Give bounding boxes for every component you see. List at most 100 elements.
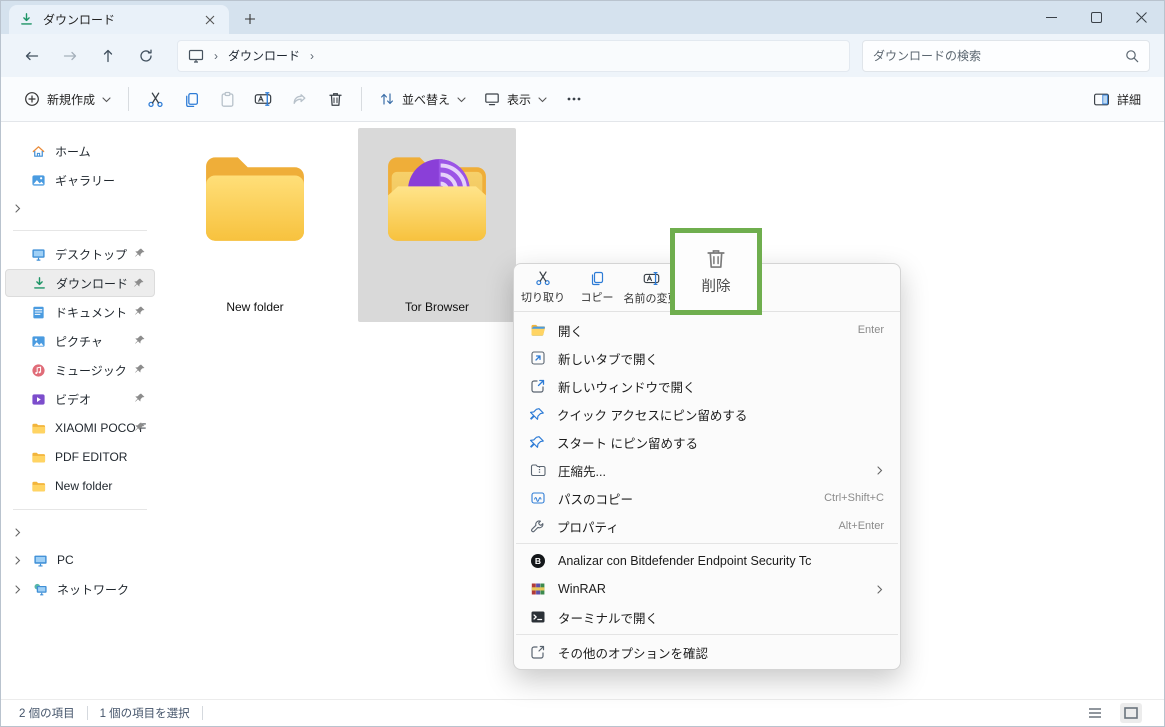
new-tab-button[interactable] — [235, 6, 265, 32]
document-icon — [31, 305, 46, 320]
navigation-bar: › ダウンロード › — [1, 34, 1164, 77]
ctx-copy-label: コピー — [581, 289, 614, 305]
list-view-icon[interactable] — [1084, 703, 1106, 723]
ctx-delete-button[interactable] — [704, 247, 728, 271]
search-box — [862, 40, 1150, 72]
menu-item-open[interactable]: 開く Enter — [518, 316, 896, 344]
pin-icon — [134, 392, 146, 404]
view-label: 表示 — [507, 91, 531, 108]
window-controls — [1029, 1, 1164, 34]
sidebar: ホーム ギャラリー デスクトップ — [1, 122, 159, 699]
sidebar-item-home[interactable]: ホーム — [5, 137, 155, 165]
sidebar-item-gallery[interactable]: ギャラリー — [5, 166, 155, 194]
menu-item-bitdefender-scan[interactable]: B Analizar con Bitdefender Endpoint Secu… — [518, 547, 896, 575]
divider — [202, 706, 203, 720]
ctx-copy-button[interactable]: コピー — [570, 270, 624, 305]
pc-icon — [33, 553, 48, 568]
menu-item-properties[interactable]: プロパティ Alt+Enter — [518, 512, 896, 540]
menu-item-label: Analizar con Bitdefender Endpoint Securi… — [558, 554, 811, 568]
refresh-button[interactable] — [129, 39, 163, 73]
tree-expander[interactable] — [1, 195, 159, 221]
tab-downloads[interactable]: ダウンロード — [9, 5, 229, 34]
ctx-cut-label: 切り取り — [521, 289, 565, 305]
menu-item-pin-start[interactable]: スタート にピン留めする — [518, 428, 896, 456]
sidebar-item-new-folder[interactable]: New folder — [5, 472, 155, 500]
status-bar: 2 個の項目 1 個の項目を選択 — [1, 699, 1164, 726]
back-button[interactable] — [15, 39, 49, 73]
more-options-icon[interactable] — [556, 82, 592, 116]
ctx-delete-label: 削除 — [702, 275, 731, 296]
details-pane-button[interactable]: 詳細 — [1084, 82, 1150, 116]
submenu-arrow-icon — [875, 585, 884, 594]
menu-item-copy-path[interactable]: パスのコピー Ctrl+Shift+C — [518, 484, 896, 512]
ctx-cut-button[interactable]: 切り取り — [516, 270, 570, 305]
open-new-window-icon — [530, 378, 546, 394]
chevron-down-icon — [457, 95, 466, 104]
chevron-down-icon — [538, 95, 547, 104]
menu-item-label: クイック アクセスにピン留めする — [557, 405, 747, 424]
sort-button[interactable]: 並べ替え — [370, 82, 475, 116]
close-button[interactable] — [1119, 1, 1164, 34]
menu-item-winrar[interactable]: WinRAR — [518, 575, 896, 603]
tree-expander-icon[interactable] — [13, 556, 22, 565]
sidebar-item-music[interactable]: ミュージック — [5, 356, 155, 384]
breadcrumb-chevron-icon: › — [208, 49, 224, 63]
menu-item-open-new-window[interactable]: 新しいウィンドウで開く — [518, 372, 896, 400]
copy-path-icon — [530, 490, 546, 506]
command-toolbar: 新規作成 並べ替え — [1, 77, 1164, 122]
context-menu-list: 開く Enter 新しいタブで開く 新しいウィンドウで開く クイック アクセス — [514, 312, 900, 666]
tor-browser-folder-icon — [379, 138, 495, 260]
new-item-button[interactable]: 新規作成 — [15, 82, 120, 116]
search-input[interactable] — [873, 49, 1125, 63]
menu-item-label: ターミナルで開く — [558, 608, 658, 627]
pin-icon — [530, 435, 545, 450]
menu-shortcut: Enter — [858, 324, 884, 336]
sidebar-item-videos[interactable]: ビデオ — [5, 385, 155, 413]
delete-button[interactable] — [317, 82, 353, 116]
cut-button[interactable] — [137, 82, 173, 116]
search-icon[interactable] — [1125, 49, 1139, 63]
pin-icon — [134, 421, 146, 433]
music-icon — [31, 363, 46, 378]
menu-item-compress[interactable]: 圧縮先... — [518, 456, 896, 484]
menu-item-label: 新しいタブで開く — [558, 349, 658, 368]
sidebar-item-documents[interactable]: ドキュメント — [5, 298, 155, 326]
item-count: 2 個の項目 — [19, 705, 75, 721]
breadcrumb[interactable]: › ダウンロード › — [177, 40, 850, 72]
divider — [13, 509, 147, 510]
view-button[interactable]: 表示 — [475, 82, 556, 116]
folder-icon — [31, 421, 46, 436]
sidebar-item-label: New folder — [55, 479, 147, 493]
breadcrumb-chevron-icon[interactable]: › — [304, 49, 320, 63]
rename-button[interactable] — [245, 82, 281, 116]
menu-item-show-more-options[interactable]: その他のオプションを確認 — [518, 638, 896, 666]
sidebar-item-pc[interactable]: PC — [5, 546, 155, 574]
tree-expander-icon[interactable] — [13, 585, 22, 594]
tab-close-icon[interactable] — [201, 11, 219, 29]
sidebar-item-downloads[interactable]: ダウンロード — [5, 269, 155, 297]
sidebar-item-pdf-editor[interactable]: PDF EDITOR — [5, 443, 155, 471]
up-button[interactable] — [91, 39, 125, 73]
menu-item-open-new-tab[interactable]: 新しいタブで開く — [518, 344, 896, 372]
file-name: New folder — [226, 300, 283, 314]
copy-button[interactable] — [173, 82, 209, 116]
pin-icon — [530, 407, 545, 422]
menu-item-label: 新しいウィンドウで開く — [558, 377, 696, 396]
sidebar-item-pictures[interactable]: ピクチャ — [5, 327, 155, 355]
file-tile-new-folder[interactable]: New folder — [176, 128, 334, 322]
menu-item-open-terminal[interactable]: ターミナルで開く — [518, 603, 896, 631]
file-tile-tor-browser[interactable]: Tor Browser — [358, 128, 516, 322]
tab-title: ダウンロード — [43, 11, 192, 28]
maximize-button[interactable] — [1074, 1, 1119, 34]
divider — [516, 634, 898, 635]
pin-icon — [134, 305, 146, 317]
sidebar-item-desktop[interactable]: デスクトップ — [5, 240, 155, 268]
menu-item-pin-quick-access[interactable]: クイック アクセスにピン留めする — [518, 400, 896, 428]
minimize-button[interactable] — [1029, 1, 1074, 34]
large-icons-view-icon[interactable] — [1120, 703, 1142, 723]
sidebar-item-xiaomi-poco[interactable]: XIAOMI POCO F — [5, 414, 155, 442]
tree-expander[interactable] — [1, 519, 159, 545]
breadcrumb-item-downloads[interactable]: ダウンロード — [228, 47, 300, 64]
divider — [87, 706, 88, 720]
sidebar-item-network[interactable]: ネットワーク — [5, 575, 155, 603]
